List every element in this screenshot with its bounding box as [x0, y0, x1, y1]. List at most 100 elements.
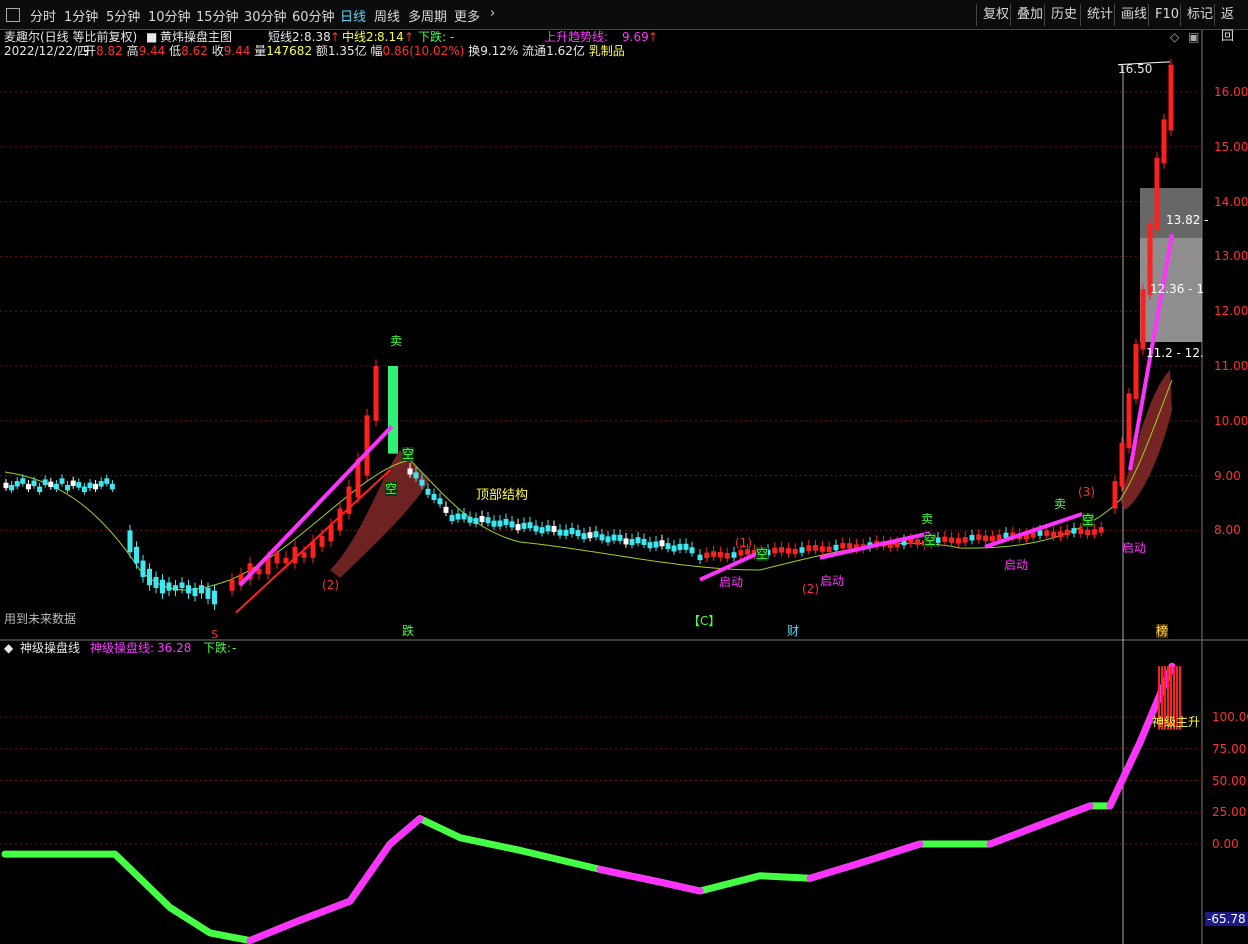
candle-body: [503, 518, 509, 525]
down-value: -: [450, 30, 455, 44]
candle-body: [1112, 481, 1118, 509]
price-tick: 16.00: [1214, 85, 1248, 99]
candle-body: [274, 552, 280, 564]
amount-value: 1.35亿: [327, 44, 367, 58]
period-tab[interactable]: 周线: [374, 6, 400, 25]
high-label: 高: [126, 44, 139, 58]
indicator-square-icon: ■: [146, 30, 158, 44]
period-tab[interactable]: 更多: [454, 6, 480, 25]
candle-body: [599, 534, 605, 541]
candle-body: [697, 554, 703, 561]
chevron-right-icon[interactable]: ›: [490, 6, 495, 21]
candle-body: [1140, 289, 1146, 350]
max-price-label: 16.50: [1118, 62, 1153, 76]
candle-body: [551, 526, 557, 533]
candle-body: [431, 493, 437, 500]
candle-body: [833, 544, 839, 551]
empty-label: 空: [1082, 513, 1095, 527]
price-grid: [0, 30, 1248, 944]
short-line-label: 短线2:: [268, 30, 304, 44]
future-data-notice: 用到未来数据: [4, 612, 77, 626]
candle-body: [1051, 531, 1057, 538]
candle-body: [1044, 530, 1050, 536]
uptrend-label: 上升趋势线:: [544, 30, 609, 44]
god-level-line-magenta: [596, 865, 704, 895]
diamond-icon[interactable]: ◇: [1170, 30, 1179, 44]
up-arrow-icon: ↑: [404, 30, 415, 44]
candle-body: [819, 546, 825, 552]
period-tab[interactable]: 日线: [340, 6, 366, 25]
candle-body: [792, 548, 798, 555]
candle-body: [437, 498, 443, 505]
candle-body: [1091, 529, 1097, 535]
candle-body: [186, 585, 191, 594]
change-value: 0.86(10.02%): [382, 44, 465, 58]
uptrend-line: [238, 424, 394, 587]
settings-icon[interactable]: ▣: [1188, 30, 1199, 44]
candle-body: [1133, 344, 1139, 399]
candle-body: [942, 536, 948, 542]
god-level-line-green: [1, 662, 1176, 944]
sub-axis-tick: 25.00: [1212, 805, 1247, 820]
candle-body: [87, 482, 93, 489]
god-level-line: [1, 662, 1181, 944]
candle-body: [509, 521, 515, 528]
candle-body: [1119, 442, 1125, 487]
sub-down-value: -: [232, 641, 237, 655]
menu-icon[interactable]: [6, 8, 20, 22]
candle-body: [160, 579, 165, 594]
candle-body: [623, 538, 629, 545]
candle-body: [983, 535, 989, 541]
candle-body: [617, 534, 623, 541]
candle-body: [373, 366, 379, 421]
period-tab[interactable]: 5分钟: [106, 6, 140, 25]
candle-body: [575, 530, 581, 537]
period-tab[interactable]: 30分钟: [244, 6, 287, 25]
candle-body: [3, 482, 9, 489]
period-tab[interactable]: 60分钟: [292, 6, 335, 25]
ribbon-band: [330, 450, 430, 578]
candle-body: [166, 582, 172, 591]
period-tab[interactable]: 多周期: [408, 6, 447, 25]
candle-body: [449, 515, 455, 522]
mid-line-value: 8.14: [377, 30, 404, 44]
candle-body: [935, 537, 941, 543]
period-tab[interactable]: 15分钟: [196, 6, 239, 25]
volume-label: 量: [254, 44, 267, 58]
candle-body: [407, 468, 413, 475]
kline-chart[interactable]: [0, 30, 1248, 944]
sub-axis-tick: 0.00: [1212, 837, 1239, 851]
candle-body: [515, 524, 521, 531]
period-tab[interactable]: 1分钟: [64, 6, 98, 25]
start-label: 启动: [820, 574, 845, 588]
candle-body: [635, 537, 641, 544]
candle-body: [179, 582, 185, 588]
candle-body: [1071, 528, 1077, 534]
open-label: 开: [84, 44, 97, 58]
tool-button[interactable]: 历史: [1044, 4, 1083, 26]
period-tab[interactable]: 分时: [30, 6, 56, 25]
open-value: 8.82: [96, 44, 123, 58]
candle-body: [491, 520, 497, 527]
price-tick: 15.00: [1214, 139, 1248, 154]
float-value: 1.62亿: [546, 44, 585, 58]
sub-panel-menu-icon[interactable]: ◆: [4, 641, 13, 655]
candle-body: [1085, 529, 1091, 536]
close-value: 9.44: [223, 44, 251, 58]
period-tab[interactable]: 10分钟: [148, 6, 191, 25]
candle-body: [1057, 531, 1063, 538]
candle-body: [192, 587, 198, 597]
candle-body: [611, 534, 617, 541]
low-label: 低: [169, 44, 182, 58]
tool-button[interactable]: 返回: [1214, 4, 1248, 44]
candle-body: [205, 587, 211, 599]
trend-bands: [4, 188, 1202, 591]
uptrend-value: 9.69: [622, 30, 649, 44]
candle-body: [425, 488, 431, 495]
bottom-marker-c: 【C】: [688, 614, 721, 628]
start-label: 启动: [1122, 541, 1147, 555]
short-line-value: 8.38: [304, 30, 331, 44]
candle-body: [653, 541, 659, 548]
candle-body: [840, 543, 846, 549]
main-indicator-name: 黄炜操盘主图: [160, 30, 233, 44]
